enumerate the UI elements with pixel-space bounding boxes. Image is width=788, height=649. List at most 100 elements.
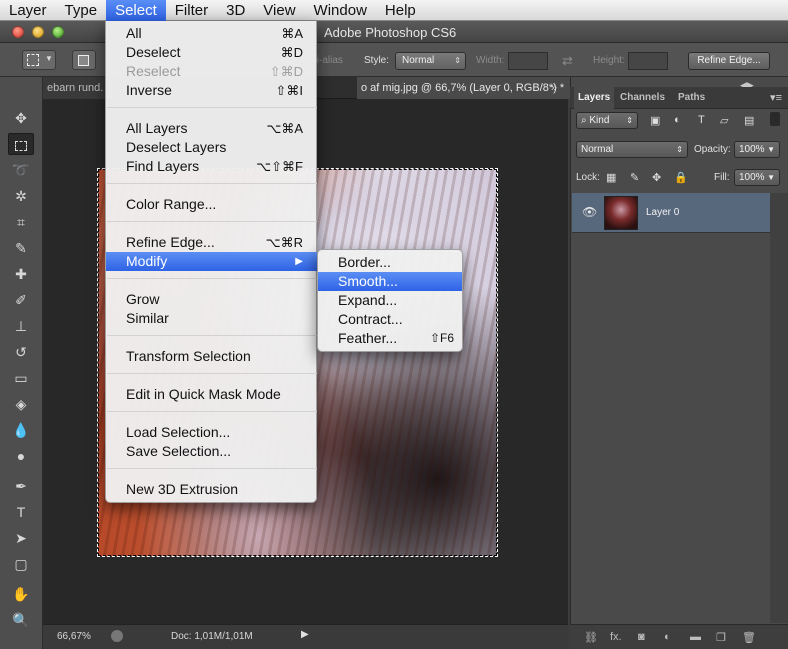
hand-tool-icon[interactable]: ✋: [8, 583, 34, 605]
healing-brush-tool-icon[interactable]: ✚: [8, 263, 34, 285]
layer-filter-select[interactable]: ⌕ Kind ⇕: [576, 112, 638, 129]
menu-select[interactable]: Select: [106, 0, 166, 21]
trash-icon[interactable]: 🗑: [742, 631, 756, 644]
window-close-button[interactable]: [12, 26, 24, 38]
menu-item-find-layers[interactable]: Find Layers ⌥⇧⌘F: [106, 157, 317, 176]
submenu-item-contract[interactable]: Contract...: [318, 310, 462, 329]
status-info-icon[interactable]: [111, 630, 123, 642]
menu-item-load-selection[interactable]: Load Selection...: [106, 423, 317, 442]
tab-channels[interactable]: Channels: [620, 87, 665, 109]
menu-item-save-selection[interactable]: Save Selection...: [106, 442, 317, 461]
lock-transparent-icon[interactable]: ▦: [606, 171, 616, 184]
menu-item-similar[interactable]: Similar: [106, 309, 317, 328]
swap-icon[interactable]: ⇄: [562, 53, 573, 69]
new-selection-icon: [78, 55, 89, 66]
menu-layer[interactable]: Layer: [0, 0, 56, 21]
window-minimize-button[interactable]: [32, 26, 44, 38]
fx-icon[interactable]: fx.: [610, 631, 622, 643]
menu-item-label: Contract...: [338, 311, 403, 327]
menu-separator: [107, 107, 317, 108]
panel-scrollbar[interactable]: [770, 193, 788, 623]
filter-toggle-icon[interactable]: [770, 112, 780, 126]
menu-item-label: Border...: [338, 254, 391, 270]
panel-menu-icon[interactable]: ▾≡: [770, 91, 782, 104]
menu-item-deselect[interactable]: Deselect ⌘D: [106, 43, 317, 62]
pen-tool-icon[interactable]: ✒: [8, 475, 34, 497]
submenu-item-feather[interactable]: Feather... ⇧F6: [318, 329, 462, 348]
filter-pixel-icon[interactable]: ▣: [650, 114, 660, 127]
layer-name[interactable]: Layer 0: [646, 207, 679, 218]
submenu-item-border[interactable]: Border...: [318, 253, 462, 272]
brush-tool-icon[interactable]: ✐: [8, 289, 34, 311]
window-zoom-button[interactable]: [52, 26, 64, 38]
menu-item-modify[interactable]: Modify ▶: [106, 252, 317, 271]
lock-position-icon[interactable]: ✥: [652, 171, 661, 184]
magic-wand-tool-icon[interactable]: ✲: [8, 185, 34, 207]
menu-item-all[interactable]: All ⌘A: [106, 24, 317, 43]
menu-filter[interactable]: Filter: [166, 0, 217, 21]
tab-layers[interactable]: Layers: [574, 87, 615, 109]
opacity-input[interactable]: 100% ▼: [734, 141, 780, 158]
menu-item-transform-selection[interactable]: Transform Selection: [106, 347, 317, 366]
menu-item-all-layers[interactable]: All Layers ⌥⌘A: [106, 119, 317, 138]
tab-paths[interactable]: Paths: [678, 87, 705, 109]
paint-bucket-tool-icon[interactable]: ◈: [8, 393, 34, 415]
type-tool-icon[interactable]: T: [8, 501, 34, 523]
filter-type-icon[interactable]: T: [698, 114, 705, 126]
blend-mode-select[interactable]: Normal ⇕: [576, 141, 688, 158]
lock-all-icon[interactable]: 🔒: [674, 171, 688, 184]
filter-adjustment-icon[interactable]: ◐: [674, 114, 681, 126]
history-brush-tool-icon[interactable]: ↺: [8, 341, 34, 363]
blur-tool-icon[interactable]: 💧: [8, 419, 34, 441]
submenu-item-expand[interactable]: Expand...: [318, 291, 462, 310]
menu-view[interactable]: View: [254, 0, 304, 21]
menu-item-color-range[interactable]: Color Range...: [106, 195, 317, 214]
marquee-preset-picker[interactable]: ▼: [22, 50, 56, 70]
style-select[interactable]: Normal ⇕: [395, 52, 466, 70]
zoom-readout[interactable]: 66,67%: [57, 631, 91, 642]
eyedropper-tool-icon[interactable]: ✎: [8, 237, 34, 259]
menu-3d[interactable]: 3D: [217, 0, 254, 21]
menu-separator: [107, 411, 317, 412]
new-layer-icon[interactable]: ❐: [716, 631, 726, 644]
dodge-tool-icon[interactable]: ●: [8, 445, 34, 467]
doc-tab-1[interactable]: ebarn rund.: [43, 77, 113, 99]
eraser-tool-icon[interactable]: ▭: [8, 367, 34, 389]
tabs-overflow-button[interactable]: »: [551, 77, 557, 99]
new-selection-button[interactable]: [72, 50, 96, 70]
height-label: Height:: [593, 55, 625, 66]
menu-item-new-3d-extrusion[interactable]: New 3D Extrusion: [106, 480, 317, 499]
menu-item-refine-edge[interactable]: Refine Edge... ⌥⌘R: [106, 233, 317, 252]
new-group-icon[interactable]: ▬: [690, 631, 701, 643]
menu-item-label: Deselect: [126, 44, 181, 60]
move-tool-icon[interactable]: ✥: [8, 107, 34, 129]
menu-window[interactable]: Window: [305, 0, 376, 21]
new-adjustment-icon[interactable]: ◐: [664, 631, 671, 643]
rect-marquee-tool-icon[interactable]: [8, 133, 34, 155]
refine-edge-button[interactable]: Refine Edge...: [688, 52, 770, 70]
menu-item-quick-mask[interactable]: Edit in Quick Mask Mode: [106, 385, 317, 404]
lasso-tool-icon[interactable]: ➰: [8, 159, 34, 181]
layer-row[interactable]: 👁 Layer 0: [572, 193, 770, 233]
crop-tool-icon[interactable]: ⌗: [8, 211, 34, 233]
filter-shape-icon[interactable]: ▱: [720, 114, 728, 127]
zoom-tool-icon[interactable]: 🔍: [8, 609, 34, 631]
menu-help[interactable]: Help: [376, 0, 425, 21]
eye-icon[interactable]: 👁: [582, 205, 597, 219]
add-mask-icon[interactable]: ◙: [638, 631, 645, 643]
width-input[interactable]: [508, 52, 548, 70]
link-layers-icon[interactable]: ⛓: [584, 631, 598, 644]
filter-smart-object-icon[interactable]: ▤: [744, 114, 754, 127]
menu-item-inverse[interactable]: Inverse ⇧⌘I: [106, 81, 317, 100]
fill-input[interactable]: 100% ▼: [734, 169, 780, 186]
shape-tool-icon[interactable]: ▢: [8, 553, 34, 575]
lock-image-icon[interactable]: ✎: [630, 171, 639, 184]
menu-item-deselect-layers[interactable]: Deselect Layers: [106, 138, 317, 157]
clone-stamp-tool-icon[interactable]: ⊥: [8, 315, 34, 337]
submenu-item-smooth[interactable]: Smooth...: [318, 272, 462, 291]
menu-item-grow[interactable]: Grow: [106, 290, 317, 309]
path-selection-tool-icon[interactable]: ➤: [8, 527, 34, 549]
menu-type[interactable]: Type: [56, 0, 107, 21]
status-menu-arrow-icon[interactable]: ▶: [301, 629, 309, 640]
height-input[interactable]: [628, 52, 668, 70]
